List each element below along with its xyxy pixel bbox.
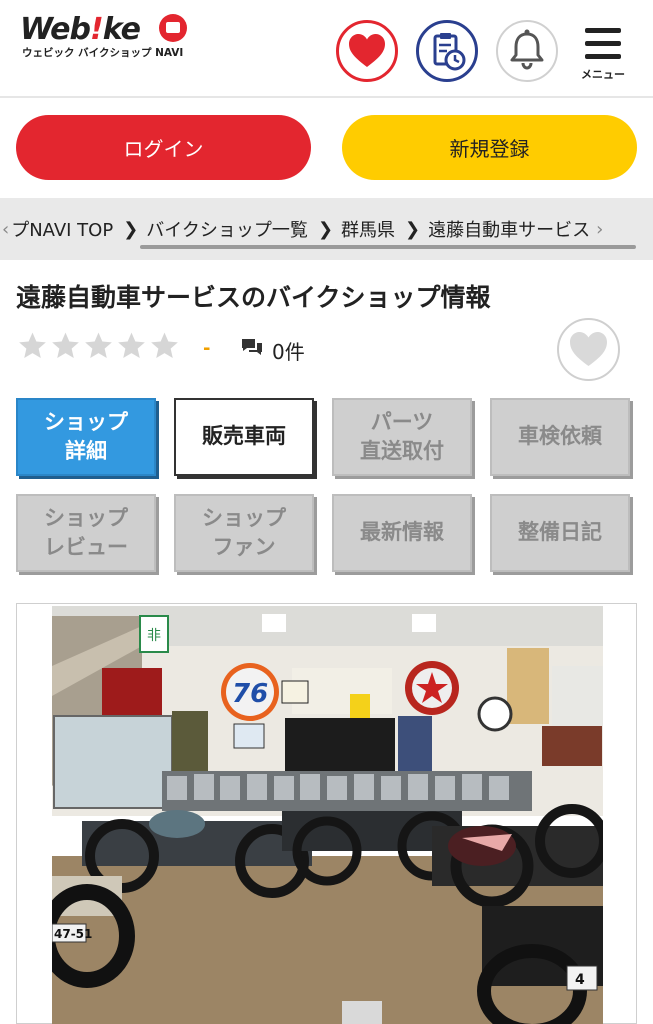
chevron-right-icon: ❯ xyxy=(405,218,421,240)
shop-photo-image: 非 76 47-51 4 xyxy=(52,606,603,1024)
sign-76-text: 76 xyxy=(232,679,268,709)
hamburger-icon xyxy=(585,28,621,33)
tab-inspection-request[interactable]: 車検依頼 xyxy=(490,398,630,476)
star-empty-icon xyxy=(118,332,145,358)
heart-icon xyxy=(349,34,385,67)
tab-shop-reviews[interactable]: ショップ レビュー xyxy=(16,494,156,572)
tab-vehicles-for-sale[interactable]: 販売車両 xyxy=(174,398,314,476)
tab-shop-fans[interactable]: ショップ ファン xyxy=(174,494,314,572)
favorites-button[interactable] xyxy=(336,20,398,82)
breadcrumb-item-shop-list[interactable]: バイクショップ一覧 xyxy=(146,216,308,242)
star-empty-icon xyxy=(19,332,46,358)
breadcrumb-item-prefecture[interactable]: 群馬県 xyxy=(341,216,395,242)
signup-button[interactable]: 新規登録 xyxy=(342,115,637,180)
shop-photo[interactable]: 非 76 47-51 4 xyxy=(52,606,603,1024)
chevron-right-icon: ❯ xyxy=(123,218,139,240)
page-title: 遠藤自動車サービスのバイクショップ情報 xyxy=(16,283,491,312)
header: Web!ke ウェビック バイクショップ NAVI メニュー xyxy=(0,0,653,98)
hamburger-icon-bar xyxy=(585,54,621,59)
shop-badge-icon xyxy=(159,14,187,42)
breadcrumb-scrollbar[interactable] xyxy=(140,245,636,249)
speech-bubbles-icon xyxy=(242,339,262,355)
breadcrumb-track[interactable]: ‹ プNAVI TOP ❯ バイクショップ一覧 ❯ 群馬県 ❯ 遠藤自動車サービ… xyxy=(0,198,603,260)
rating-stars xyxy=(16,330,181,362)
tab-latest-news[interactable]: 最新情報 xyxy=(332,494,472,572)
heart-icon xyxy=(570,332,607,366)
rating-value: - xyxy=(203,338,211,359)
clipboard-clock-icon xyxy=(433,33,466,71)
shop-like-button[interactable] xyxy=(557,318,620,381)
tab-parts-direct-install[interactable]: パーツ 直送取付 xyxy=(332,398,472,476)
menu-button[interactable]: メニュー xyxy=(575,22,631,82)
history-button[interactable] xyxy=(416,20,478,82)
bell-icon xyxy=(510,29,544,70)
tab-shop-detail[interactable]: ショップ 詳細 xyxy=(16,398,156,476)
plate-left-text: 47-51 xyxy=(54,927,92,941)
star-empty-icon xyxy=(85,332,112,358)
plate-right-text: 4 xyxy=(575,972,585,988)
breadcrumb: ‹ プNAVI TOP ❯ バイクショップ一覧 ❯ 群馬県 ❯ 遠藤自動車サービ… xyxy=(0,198,653,260)
logo-subtitle: ウェビック バイクショップ NAVI xyxy=(22,47,184,59)
star-empty-icon xyxy=(151,332,178,358)
webike-logo[interactable]: Web!ke ウェビック バイクショップ NAVI xyxy=(20,12,190,62)
login-button[interactable]: ログイン xyxy=(16,115,311,180)
hamburger-icon-bar xyxy=(585,41,621,46)
logo-wordmark: Web!ke xyxy=(20,12,141,47)
chevron-left-icon: ‹ xyxy=(2,218,10,240)
breadcrumb-item-navi-top[interactable]: プNAVI TOP xyxy=(11,216,113,242)
notifications-button[interactable] xyxy=(496,20,558,82)
review-count[interactable]: 0件 xyxy=(272,336,305,365)
breadcrumb-item-current-shop: 遠藤自動車サービス xyxy=(428,220,591,241)
tab-maintenance-diary[interactable]: 整備日記 xyxy=(490,494,630,572)
shop-photo-frame: 非 76 47-51 4 xyxy=(16,603,637,1024)
star-empty-icon xyxy=(52,332,79,358)
chevron-right-scroll-icon: › xyxy=(596,218,604,240)
chevron-right-icon: ❯ xyxy=(317,218,334,240)
menu-label: メニュー xyxy=(581,68,625,81)
exit-sign-text: 非 xyxy=(147,628,161,644)
